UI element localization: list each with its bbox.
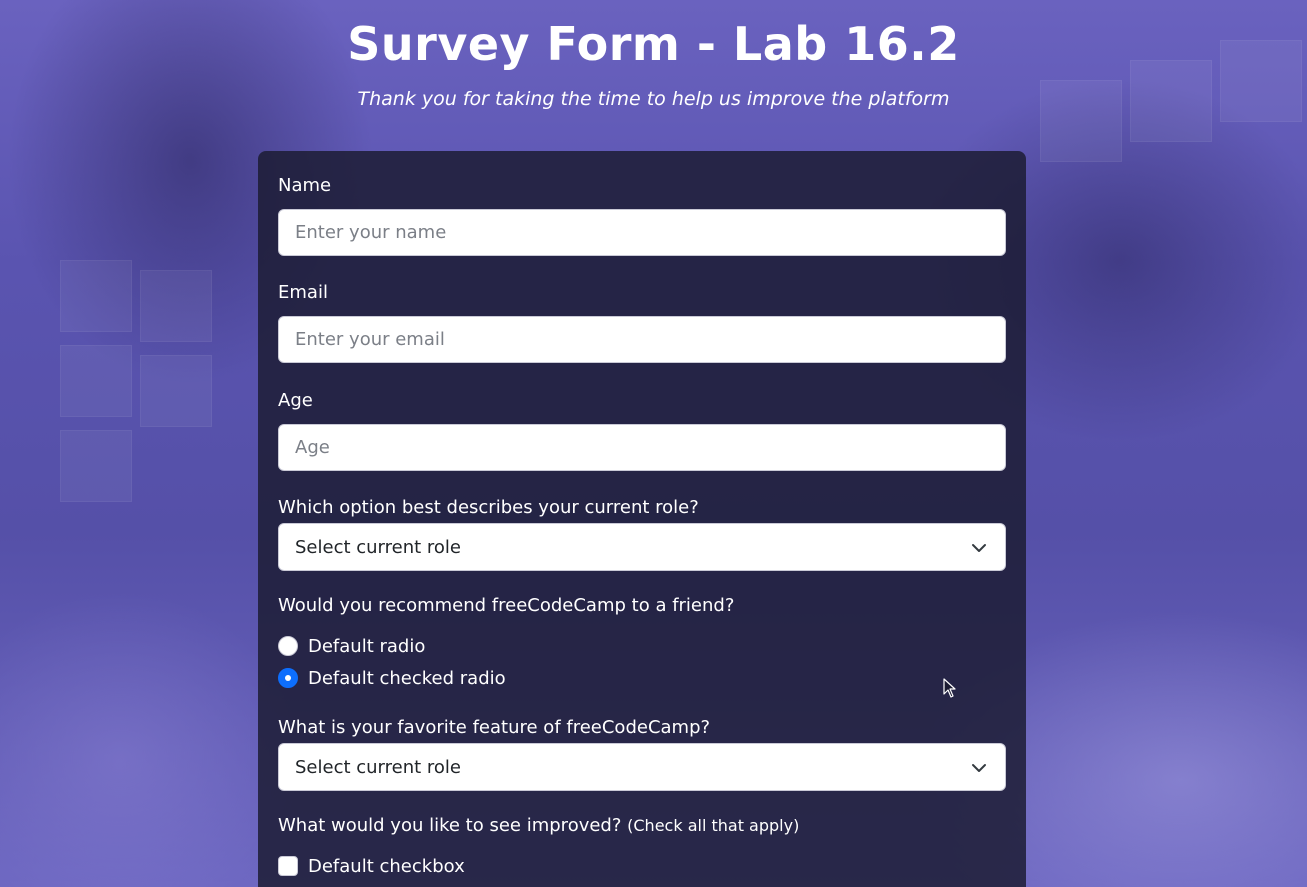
recommend-question: Would you recommend freeCodeCamp to a fr…	[278, 595, 1006, 616]
age-input[interactable]	[278, 424, 1006, 471]
mouse-cursor-icon	[943, 678, 956, 698]
radio-label: Default radio	[308, 635, 426, 657]
email-input[interactable]	[278, 316, 1006, 363]
improve-hint: (Check all that apply)	[627, 816, 800, 835]
improve-question: What would you like to see improved? (Ch…	[278, 815, 1006, 836]
age-field-group: Age	[278, 390, 1006, 471]
email-label: Email	[278, 282, 328, 303]
name-field-group: Name	[278, 175, 1006, 256]
checkbox-option-default[interactable]: Default checkbox	[278, 853, 465, 879]
role-label: Which option best describes your current…	[278, 497, 699, 518]
improve-label: What would you like to see improved? (Ch…	[278, 815, 1006, 836]
radio-button-checked[interactable]	[278, 668, 298, 688]
feature-label: What is your favorite feature of freeCod…	[278, 717, 711, 738]
survey-form: Name Email Age Which option best describ…	[258, 151, 1026, 887]
checkbox[interactable]	[278, 856, 298, 876]
checkbox-label: Default checkbox	[308, 855, 465, 877]
name-label: Name	[278, 175, 332, 196]
feature-field-group: What is your favorite feature of freeCod…	[278, 717, 1006, 791]
radio-option-checked[interactable]: Default checked radio	[278, 665, 506, 691]
page-description: Thank you for taking the time to help us…	[357, 88, 950, 110]
feature-select[interactable]: Select current role	[278, 743, 1006, 791]
improve-label-text: What would you like to see improved?	[278, 815, 622, 836]
radio-option-default[interactable]: Default radio	[278, 633, 425, 659]
recommend-label: Would you recommend freeCodeCamp to a fr…	[278, 595, 735, 616]
chevron-down-icon	[972, 544, 986, 552]
chevron-down-icon	[972, 764, 986, 772]
role-select-value: Select current role	[295, 536, 461, 558]
name-input[interactable]	[278, 209, 1006, 256]
radio-button[interactable]	[278, 636, 298, 656]
page-title: Survey Form - Lab 16.2	[347, 17, 960, 71]
age-label: Age	[278, 390, 313, 411]
role-select[interactable]: Select current role	[278, 523, 1006, 571]
feature-select-value: Select current role	[295, 756, 461, 778]
role-field-group: Which option best describes your current…	[278, 497, 1006, 571]
page-header: Survey Form - Lab 16.2 Thank you for tak…	[0, 0, 1307, 110]
email-field-group: Email	[278, 282, 1006, 363]
radio-label: Default checked radio	[308, 667, 506, 689]
